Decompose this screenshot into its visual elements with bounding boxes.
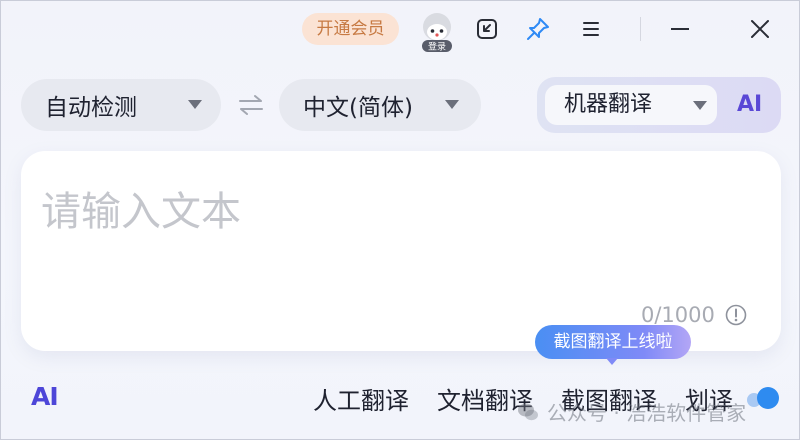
source-language-label: 自动检测 (45, 95, 137, 121)
user-avatar-icon: 登录 (422, 13, 452, 53)
ai-logo[interactable]: AI (31, 382, 59, 411)
pin-button[interactable] (524, 15, 552, 43)
human-translation-button[interactable]: 人工翻译 (313, 381, 409, 416)
engine-switcher: 机器翻译 AI (537, 77, 781, 133)
menu-icon (583, 22, 599, 36)
info-icon[interactable] (725, 304, 747, 326)
watermark: 公众号 · 浩浩软件管家 (517, 397, 746, 426)
close-icon (751, 20, 769, 38)
character-counter: 0/1000 (641, 303, 715, 327)
text-input-panel: 0/1000 (21, 151, 781, 351)
collapse-window-icon (477, 19, 497, 39)
ai-translation-tab[interactable]: AI (737, 85, 762, 125)
minimize-button[interactable] (666, 15, 694, 43)
pin-icon (527, 18, 549, 40)
screenshot-translate-tooltip: 截图翻译上线啦 (535, 325, 691, 359)
chevron-down-icon (693, 101, 707, 110)
source-text-input[interactable] (41, 179, 741, 289)
translator-window: 开通会员 登录 自动检测 中文(简体) 机器翻译 AI 请输入文本 0/1000… (0, 0, 800, 440)
wechat-icon (518, 403, 538, 420)
engine-label: 机器翻译 (564, 92, 653, 117)
target-language-label: 中文(简体) (303, 95, 413, 121)
watermark-text: 公众号 · 浩浩软件管家 (547, 401, 747, 425)
vip-button[interactable]: 开通会员 (302, 13, 399, 45)
menu-button[interactable] (577, 15, 605, 43)
tooltip-arrow (606, 358, 618, 365)
titlebar-divider (640, 17, 641, 41)
close-button[interactable] (746, 15, 774, 43)
target-language-select[interactable]: 中文(简体) (279, 79, 481, 131)
chevron-down-icon (445, 100, 459, 109)
source-language-select[interactable]: 自动检测 (21, 79, 221, 131)
collapse-window-button[interactable] (473, 15, 501, 43)
machine-translation-select[interactable]: 机器翻译 (545, 85, 717, 125)
chevron-down-icon (188, 100, 202, 109)
minimize-icon (671, 28, 689, 30)
login-avatar[interactable]: 登录 (416, 10, 458, 53)
login-badge: 登录 (428, 42, 446, 53)
swap-arrows-icon[interactable] (237, 93, 265, 117)
selection-translation-toggle[interactable] (757, 387, 779, 409)
